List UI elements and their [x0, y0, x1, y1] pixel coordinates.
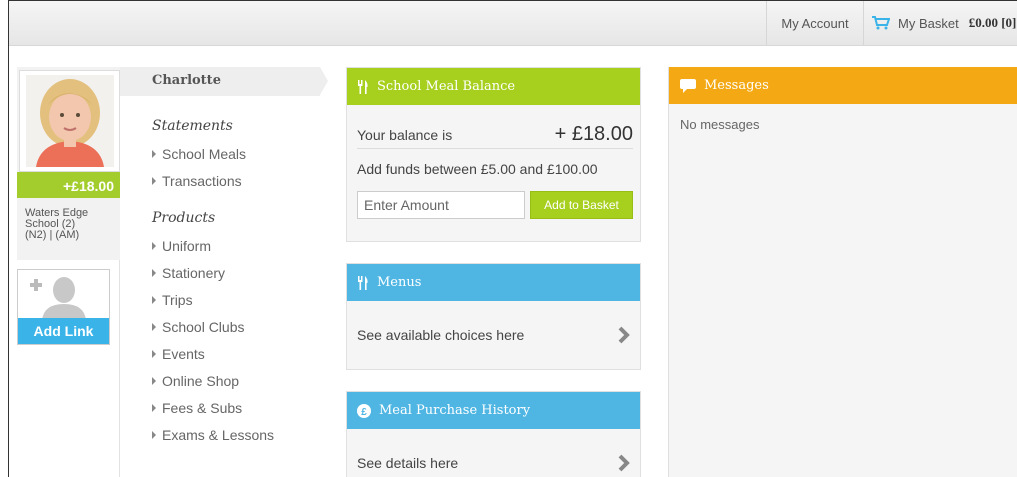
- amount-input[interactable]: [357, 191, 525, 219]
- add-person-icon: [30, 277, 86, 320]
- products-heading: Products: [152, 210, 216, 226]
- menu-item-school-clubs[interactable]: School Clubs: [152, 319, 245, 335]
- child-balance: +£18.00: [17, 172, 120, 198]
- menu-item-online-shop[interactable]: Online Shop: [152, 373, 239, 389]
- menu-item-exams-lessons[interactable]: Exams & Lessons: [152, 427, 274, 443]
- child-avatar: [26, 75, 114, 167]
- caret-right-icon: [152, 350, 156, 358]
- purchase-history-link[interactable]: See details here: [357, 454, 630, 472]
- my-basket-label: My Basket: [898, 15, 959, 31]
- caret-right-icon: [152, 431, 156, 439]
- caret-right-icon: [152, 177, 156, 185]
- caret-right-icon: [152, 323, 156, 331]
- messages-title: Messages: [704, 78, 769, 93]
- menus-card: Menus See available choices here: [346, 263, 641, 370]
- child-name-tab[interactable]: Charlotte: [120, 67, 328, 96]
- menus-title: Menus: [377, 275, 422, 290]
- caret-right-icon: [152, 150, 156, 158]
- caret-right-icon: [152, 296, 156, 304]
- cutlery-icon: [357, 79, 369, 94]
- my-basket-link[interactable]: My Basket £0.00 [0]: [862, 1, 1016, 45]
- chevron-right-icon: [618, 326, 630, 344]
- menus-header: Menus: [347, 264, 640, 301]
- child-name: Charlotte: [152, 73, 221, 88]
- caret-right-icon: [152, 404, 156, 412]
- purchase-history-link-text: See details here: [357, 455, 459, 471]
- menu-item-trips[interactable]: Trips: [152, 292, 193, 308]
- school-info: Waters Edge School (2) (N2) | (AM): [25, 208, 117, 241]
- balance-value: + £18.00: [554, 123, 633, 145]
- basket-total: £0.00 [0]: [968, 15, 1017, 30]
- add-link-label: Add Link: [18, 318, 109, 344]
- menus-link-text: See available choices here: [357, 327, 525, 343]
- menu-item-transactions[interactable]: Transactions: [152, 173, 242, 189]
- menu-item-stationery[interactable]: Stationery: [152, 265, 225, 281]
- messages-header: Messages: [669, 67, 1017, 104]
- divider: [357, 148, 633, 149]
- name-tab-arrow: [320, 67, 328, 95]
- funds-range-text: Add funds between £5.00 and £100.00: [357, 161, 598, 177]
- meal-balance-header: School Meal Balance: [347, 68, 640, 105]
- add-link-button[interactable]: Add Link: [17, 269, 110, 345]
- caret-right-icon: [152, 377, 156, 385]
- school-line-3: (N2) | (AM): [25, 229, 80, 241]
- balance-label: Your balance is: [357, 127, 453, 143]
- basket-icon: [872, 16, 890, 30]
- menus-link[interactable]: See available choices here: [357, 326, 630, 344]
- menu-item-events[interactable]: Events: [152, 346, 205, 362]
- balance-row: Your balance is + £18.00: [357, 123, 633, 146]
- meal-balance-title: School Meal Balance: [377, 79, 516, 94]
- messages-panel: Messages No messages: [668, 67, 1017, 477]
- caret-right-icon: [152, 269, 156, 277]
- purchase-history-header: £ Meal Purchase History: [347, 392, 640, 429]
- speech-bubble-icon: [680, 78, 696, 93]
- child-photo[interactable]: [19, 70, 120, 172]
- statements-heading: Statements: [152, 118, 233, 134]
- top-bar: My Account My Basket £0.00 [0]: [9, 1, 1017, 46]
- pound-coin-icon: £: [357, 403, 371, 418]
- purchase-history-card: £ Meal Purchase History See details here: [346, 391, 641, 477]
- caret-right-icon: [152, 242, 156, 250]
- menu-item-uniform[interactable]: Uniform: [152, 238, 211, 254]
- menu-item-school-meals[interactable]: School Meals: [152, 146, 246, 162]
- purchase-history-title: Meal Purchase History: [379, 403, 531, 418]
- no-messages-text: No messages: [680, 117, 760, 132]
- svg-text:£: £: [361, 407, 367, 418]
- chevron-right-icon: [618, 454, 630, 472]
- menu-item-fees-subs[interactable]: Fees & Subs: [152, 400, 242, 416]
- cutlery-icon: [357, 275, 369, 290]
- add-to-basket-button[interactable]: Add to Basket: [530, 191, 633, 219]
- my-account-link[interactable]: My Account: [766, 1, 864, 45]
- meal-balance-card: School Meal Balance Your balance is + £1…: [346, 67, 641, 242]
